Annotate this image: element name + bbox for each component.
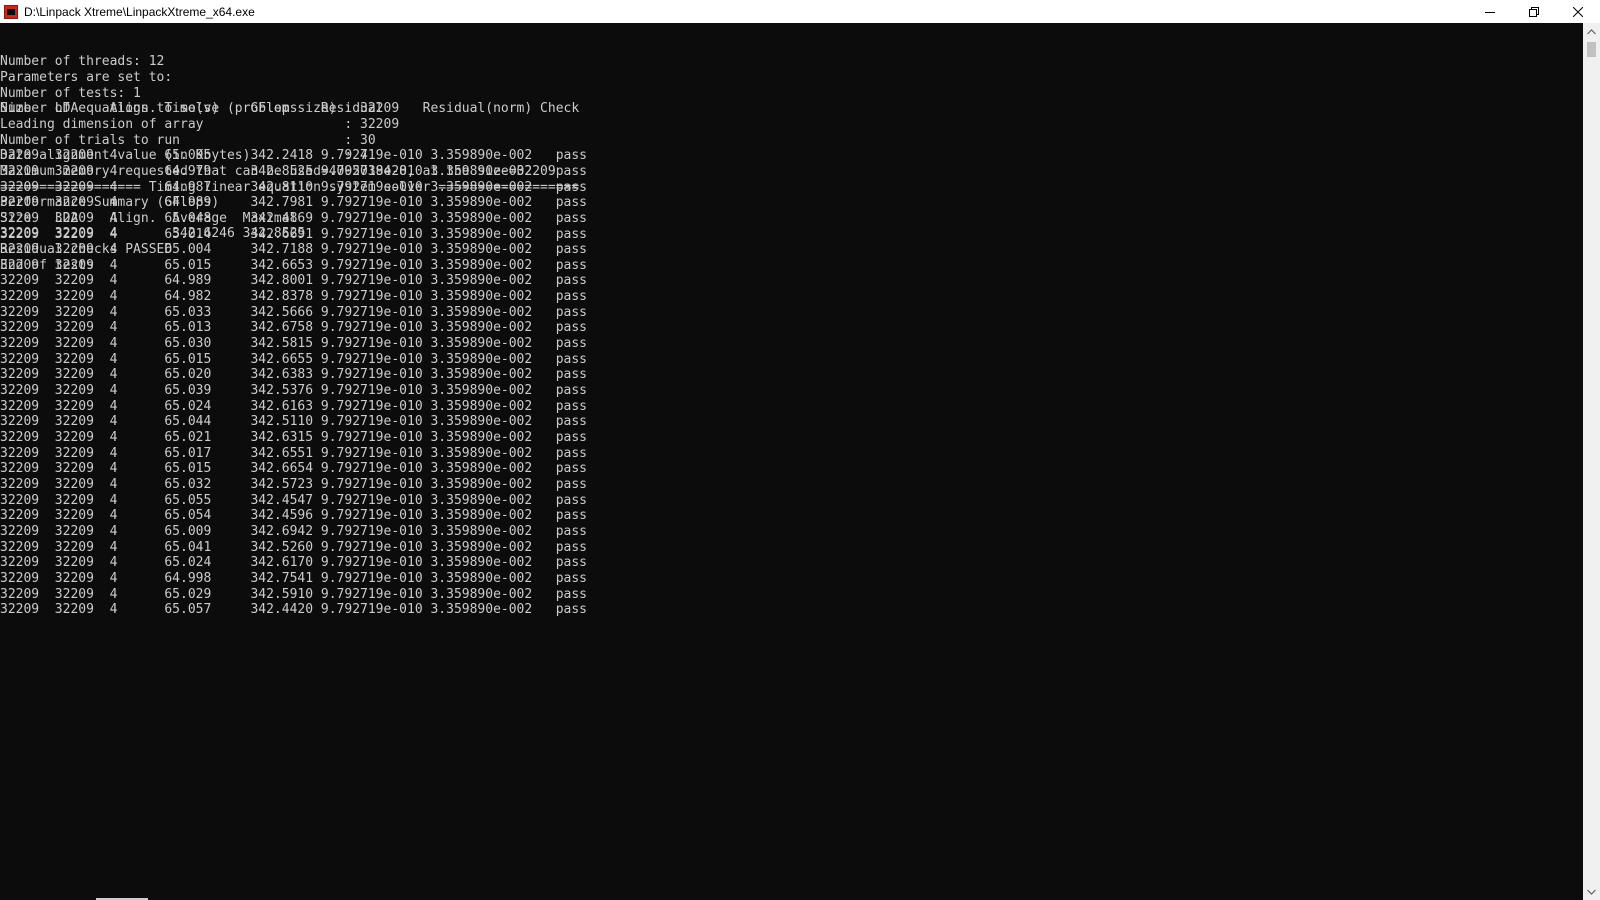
- results-table-header: Size LDA Align. Time(s) GFlops Residual …: [0, 101, 580, 117]
- console-line: Number of trials to run : 30: [0, 132, 376, 148]
- result-row: 32209 32209 4 65.024 342.6170 9.792719e-…: [0, 555, 587, 571]
- console-window: D:\Linpack Xtreme\LinpackXtreme_x64.exe: [0, 0, 1600, 900]
- close-icon: [1573, 6, 1583, 17]
- result-row: 32209 32209 4 65.039 342.5376 9.792719e-…: [0, 383, 587, 399]
- result-row: 32209 32209 4 65.032 342.5723 9.792719e-…: [0, 477, 587, 492]
- result-row: 32209 32209 4 64.998 342.7541 9.792719e-…: [0, 570, 587, 586]
- console-line: 32209 32209 4 342.6246 342.8525: [0, 226, 306, 242]
- result-row: 32209 32209 4 65.030 342.5815 9.792719e-…: [0, 336, 587, 352]
- scrollbar-thumb[interactable]: [1587, 42, 1596, 57]
- result-row: 32209 32209 4 65.015 342.6655 9.792719e-…: [0, 351, 587, 367]
- result-row: 32209 32209 4 65.055 342.4547 9.792719e-…: [0, 492, 587, 508]
- result-row: 32209 32209 4 64.989 342.8001 9.792719e-…: [0, 273, 587, 289]
- result-row: 32209 32209 4 65.015 342.6654 9.792719e-…: [0, 461, 587, 477]
- scroll-up-button[interactable]: [1583, 23, 1600, 40]
- result-row: 32209 32209 4 65.033 342.5666 9.792719e-…: [0, 304, 587, 320]
- result-row: 32209 32209 4 65.044 342.5110 9.792719e-…: [0, 414, 587, 430]
- console-line: Number of tests: 1: [0, 85, 141, 101]
- result-row: 32209 32209 4 65.009 342.6942 9.792719e-…: [0, 523, 587, 539]
- window-title: D:\Linpack Xtreme\LinpackXtreme_x64.exe: [24, 4, 255, 19]
- result-row: 32209 32209 4 65.024 342.6163 9.792719e-…: [0, 398, 587, 414]
- window-controls: [1468, 0, 1600, 23]
- result-row: 32209 32209 4 65.057 342.4420 9.792719e-…: [0, 602, 587, 618]
- console-header-lines: Number of threads: 12 Parameters are set …: [0, 54, 1583, 194]
- result-row: 32209 32209 4 64.987 342.8110 9.792719e-…: [0, 179, 587, 195]
- console-line: Leading dimension of array : 32209: [0, 116, 400, 132]
- scroll-up-arrow-icon: [1587, 28, 1596, 34]
- result-row: 32209 32209 4 65.021 342.6315 9.792719e-…: [0, 430, 587, 446]
- console-line: Size LDA Align. Average Maximal: [0, 210, 298, 226]
- console-output-area[interactable]: Number of threads: 12 Parameters are set …: [0, 23, 1583, 900]
- restore-button[interactable]: [1512, 0, 1556, 23]
- app-console-icon[interactable]: [4, 4, 18, 19]
- close-button[interactable]: [1556, 0, 1600, 23]
- console-text: Number of threads: 12 Parameters are set …: [0, 23, 1583, 617]
- minimize-icon: [1485, 11, 1495, 13]
- result-row: 32209 32209 4 65.095 342.2418 9.792719e-…: [0, 148, 587, 164]
- title-bar[interactable]: D:\Linpack Xtreme\LinpackXtreme_x64.exe: [0, 0, 1600, 23]
- result-row: 32209 32209 4 65.020 342.6383 9.792719e-…: [0, 367, 587, 383]
- result-row: 32209 32209 4 65.054 342.4596 9.792719e-…: [0, 508, 587, 524]
- restore-icon: [1529, 6, 1539, 17]
- minimize-button[interactable]: [1468, 0, 1512, 23]
- result-row: 32209 32209 4 65.013 342.6758 9.792719e-…: [0, 320, 587, 336]
- result-row: 32209 32209 4 65.017 342.6551 9.792719e-…: [0, 445, 587, 461]
- console-line: Parameters are set to:: [0, 69, 173, 85]
- scroll-down-button[interactable]: [1583, 883, 1600, 900]
- scroll-down-arrow-icon: [1587, 889, 1596, 895]
- vertical-scrollbar[interactable]: [1583, 23, 1600, 900]
- result-row: 32209 32209 4 64.982 342.8378 9.792719e-…: [0, 289, 587, 305]
- result-row: 32209 32209 4 65.041 342.5260 9.792719e-…: [0, 539, 587, 555]
- console-line: Number of threads: 12: [0, 54, 165, 70]
- result-row: 32209 32209 4 65.029 342.5910 9.792719e-…: [0, 586, 587, 602]
- result-row: 32209 32209 4 64.979 342.8525 9.792719e-…: [0, 163, 587, 179]
- results-table-rows: 32209 32209 4 65.095 342.2418 9.792719e-…: [0, 148, 1583, 617]
